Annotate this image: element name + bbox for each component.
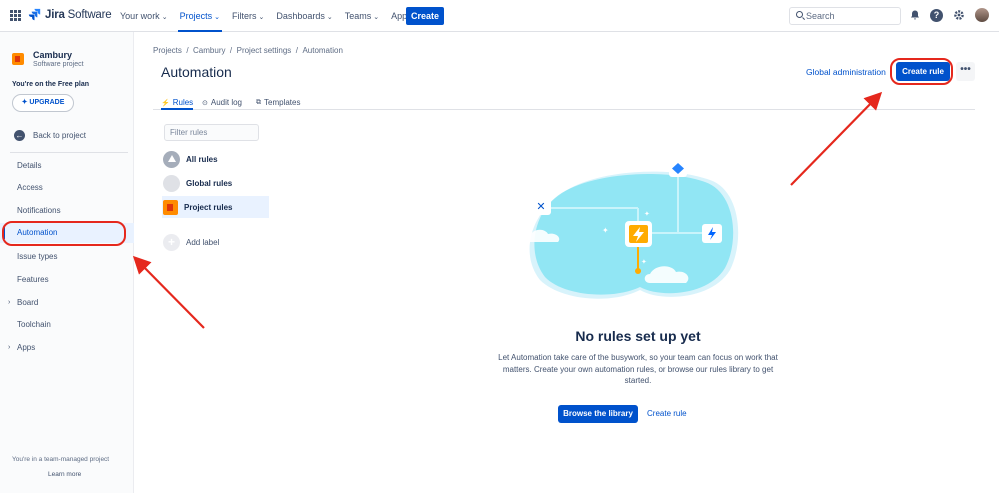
browse-library-button[interactable]: Browse the library <box>558 405 638 423</box>
breadcrumb-automation[interactable]: Automation <box>302 46 342 55</box>
tab-label: Templates <box>264 98 301 107</box>
nav-filters[interactable]: Filters ⌄ <box>226 0 270 32</box>
plan-text: You're on the Free plan <box>12 81 89 88</box>
create-button[interactable]: Create <box>406 7 444 25</box>
breadcrumb: Projects / Cambury / Project settings / … <box>153 46 343 55</box>
project-avatar-icon <box>12 53 24 65</box>
global-rules-icon <box>163 174 180 192</box>
search-input[interactable]: Search <box>789 7 901 25</box>
tab-rules[interactable]: ⚡ Rules <box>161 96 194 110</box>
team-managed-note: You're in a team-managed project <box>12 456 110 463</box>
user-avatar[interactable] <box>975 8 989 22</box>
upgrade-label: UPGRADE <box>29 99 65 106</box>
project-name[interactable]: Cambury <box>33 50 72 60</box>
sidebar-item-access[interactable]: Access <box>0 178 134 198</box>
automation-tabs: ⚡ Rules ⊙ Audit log ⧉ Templates <box>153 96 975 110</box>
sidebar-item-apps[interactable]: Apps <box>0 338 134 358</box>
sidebar-item-notifications[interactable]: Notifications <box>0 201 134 221</box>
label-text: Global rules <box>186 178 233 188</box>
lightning-icon: ⚡ <box>161 99 170 107</box>
chevron-down-icon: ⌄ <box>258 14 265 21</box>
label-all-rules[interactable]: All rules <box>162 148 269 170</box>
chevron-down-icon: ⌄ <box>326 14 333 21</box>
annotation-ring-automation <box>2 221 126 246</box>
empty-state-description: Let Automation take care of the busywork… <box>498 353 778 385</box>
sidebar-divider <box>10 152 128 153</box>
svg-text:✦: ✦ <box>644 210 650 218</box>
notifications-icon[interactable] <box>908 9 921 22</box>
global-administration-link[interactable]: Global administration <box>806 67 886 77</box>
jira-logo[interactable]: Jira Software <box>28 8 112 21</box>
add-label-text: Add label <box>186 237 220 247</box>
tab-audit-log[interactable]: ⊙ Audit log <box>202 96 242 109</box>
breadcrumb-projects[interactable]: Projects <box>153 46 182 55</box>
breadcrumb-separator: / <box>225 46 237 55</box>
nav-dashboards[interactable]: Dashboards ⌄ <box>270 0 338 32</box>
svg-text:✦: ✦ <box>641 258 647 266</box>
chevron-down-icon: ⌄ <box>373 14 380 21</box>
bell-icon <box>910 10 919 20</box>
all-rules-icon <box>163 150 180 168</box>
top-navigation-bar: Jira Software Your work ⌄ Projects ⌄ Filte… <box>0 0 999 32</box>
help-icon[interactable]: ? <box>930 9 943 22</box>
learn-more-link[interactable]: Learn more <box>48 471 81 478</box>
breadcrumb-separator: / <box>181 46 194 55</box>
label-text: Project rules <box>184 202 233 212</box>
top-nav: Your work ⌄ Projects ⌄ Filters ⌄ Dashboards… <box>114 0 426 32</box>
tab-label: Rules <box>172 98 194 107</box>
logo-product: Software <box>64 8 112 21</box>
label-project-rules[interactable]: Project rules <box>162 196 269 218</box>
breadcrumb-project-settings[interactable]: Project settings <box>237 46 292 55</box>
empty-state-title: No rules set up yet <box>575 328 701 344</box>
breadcrumb-separator: / <box>291 46 303 55</box>
plus-icon: + <box>163 233 180 251</box>
filter-rules-input[interactable]: Filter rules <box>164 124 259 141</box>
svg-text:✦: ✦ <box>602 226 609 235</box>
project-type: Software project <box>33 61 84 68</box>
svg-text:✕: ✕ <box>536 200 545 213</box>
annotation-arrow <box>132 255 205 329</box>
breadcrumb-cambury[interactable]: Cambury <box>193 46 225 55</box>
back-label: Back to project <box>33 131 86 140</box>
chevron-down-icon: ⌄ <box>161 14 168 21</box>
label-global-rules[interactable]: Global rules <box>162 172 269 194</box>
nav-projects[interactable]: Projects ⌄ <box>174 0 226 32</box>
check-circle-icon: ⊙ <box>202 99 208 107</box>
annotation-ring-create-rule <box>890 58 953 85</box>
add-label-button[interactable]: + Add label <box>162 231 269 253</box>
nav-label: Projects <box>179 11 213 21</box>
copy-icon: ⧉ <box>256 98 261 106</box>
nav-label: Teams <box>344 11 372 21</box>
sidebar-item-issue-types[interactable]: Issue types <box>0 247 134 267</box>
upgrade-button[interactable]: ✦ UPGRADE <box>12 94 74 112</box>
label-text: All rules <box>186 154 218 164</box>
more-actions-button[interactable]: ••• <box>956 62 975 81</box>
nav-label: Filters <box>231 11 257 21</box>
app-switcher-icon[interactable] <box>10 10 21 21</box>
nav-label: Dashboards <box>276 11 325 21</box>
tab-templates[interactable]: ⧉ Templates <box>256 96 300 109</box>
back-to-project-link[interactable]: ← Back to project <box>14 130 86 141</box>
sidebar-item-toolchain[interactable]: Toolchain <box>0 315 134 335</box>
nav-label: Your work <box>120 11 160 21</box>
page-title: Automation <box>161 64 232 80</box>
sidebar-item-board[interactable]: Board <box>0 293 134 313</box>
search-icon <box>796 11 803 18</box>
gear-icon <box>953 10 964 20</box>
arrow-left-icon: ← <box>14 130 25 141</box>
project-avatar-icon <box>163 199 178 215</box>
create-rule-link[interactable]: Create rule <box>647 405 687 423</box>
nav-your-work[interactable]: Your work ⌄ <box>114 0 174 32</box>
sidebar-item-details[interactable]: Details <box>0 156 134 176</box>
chevron-down-icon: ⌄ <box>214 14 220 21</box>
logo-brand: Jira <box>45 8 65 21</box>
project-sidebar: Cambury Software project You're on the F… <box>0 32 134 493</box>
jira-logo-icon <box>28 8 41 21</box>
nav-teams[interactable]: Teams ⌄ <box>339 0 385 32</box>
sidebar-item-features[interactable]: Features <box>0 270 134 290</box>
tab-label: Audit log <box>210 98 243 107</box>
settings-icon[interactable] <box>952 9 965 22</box>
